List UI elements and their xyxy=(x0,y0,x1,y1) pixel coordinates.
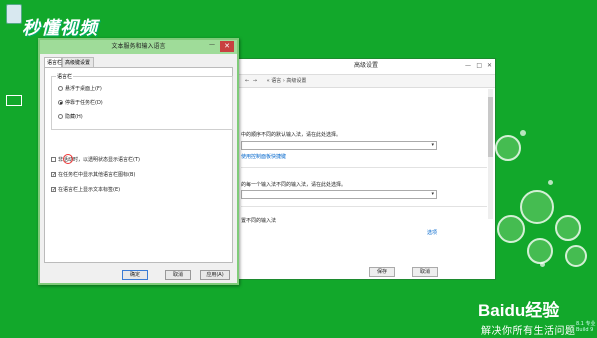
watermark-text: 秒懂视频 xyxy=(22,18,98,39)
radio-docked[interactable]: 停靠于任务栏(D) xyxy=(58,99,103,106)
bubble xyxy=(495,135,521,161)
dialog-title: 文本服务和输入语言 xyxy=(40,40,237,54)
radio-label: 停靠于任务栏(D) xyxy=(65,100,103,106)
checkbox-label: 在任务栏中显示其他语言栏图标(B) xyxy=(58,172,136,178)
bubble xyxy=(555,215,581,241)
checkbox-text-labels[interactable]: ✓ 在语言栏上显示文本标签(E) xyxy=(51,186,120,193)
radio-hidden[interactable]: 隐藏(H) xyxy=(58,113,83,120)
slogan-text: 解决你所有生活问题 xyxy=(481,326,576,337)
tab-advanced-key-settings[interactable]: 高级键设置 xyxy=(62,57,94,67)
recycle-bin-icon[interactable] xyxy=(6,4,22,24)
os-version-text: 8.1 专业 Build 9 xyxy=(576,321,596,333)
override-language-select[interactable]: ▾ xyxy=(241,190,437,199)
scroll-thumb[interactable] xyxy=(488,97,493,157)
checkbox-extra-icons[interactable]: ✓ 在任务栏中显示其他语言栏图标(B) xyxy=(51,171,135,178)
radio-label: 隐藏(H) xyxy=(65,114,83,120)
control-panel-icon[interactable] xyxy=(6,95,22,106)
address-bar[interactable]: ← → « 语言 › 高级设置 xyxy=(239,74,495,88)
forward-arrow-icon[interactable]: → xyxy=(253,78,257,84)
chevron-down-icon: ▾ xyxy=(431,191,434,197)
setting-description-1: 中的顺序不同的默认输入法，请在此处选择。 xyxy=(241,132,342,138)
checkbox-icon[interactable] xyxy=(51,157,56,162)
bubble xyxy=(565,245,587,267)
setting-description-3: 置不同的输入法 xyxy=(241,218,277,224)
ok-button[interactable]: 确定 xyxy=(122,270,148,280)
cancel-button[interactable]: 取消 xyxy=(412,267,438,277)
bubble xyxy=(548,180,553,185)
save-button[interactable]: 保存 xyxy=(369,267,395,277)
chevron-down-icon: ▾ xyxy=(431,142,434,148)
click-highlight-circle xyxy=(63,154,73,164)
bubble xyxy=(497,215,525,243)
checkbox-icon[interactable]: ✓ xyxy=(51,187,56,193)
close-icon[interactable]: ✕ xyxy=(487,62,492,69)
radio-icon[interactable] xyxy=(58,86,63,91)
radio-icon[interactable] xyxy=(58,114,63,119)
bubble xyxy=(527,238,553,264)
setting-description-2: 的每一个输入法不同的输入法，请在此处选择。 xyxy=(241,182,347,188)
language-bar-group: 语言栏 悬浮于桌面上(F) 停靠于任务栏(D) 隐藏(H) xyxy=(51,73,233,130)
minimize-icon[interactable]: — xyxy=(465,62,471,69)
scrollbar[interactable] xyxy=(488,89,493,219)
close-icon[interactable]: ✕ xyxy=(220,41,234,52)
checkbox-label: 在语言栏上显示文本标签(E) xyxy=(58,187,121,193)
options-link[interactable]: 选项 xyxy=(427,229,437,236)
radio-icon[interactable] xyxy=(58,100,63,105)
advanced-settings-window: 高级设置 — □ ✕ ← → « 语言 › 高级设置 中的顺序不同的默认输入法，… xyxy=(236,58,496,280)
bubble xyxy=(520,190,554,224)
language-list-link[interactable]: 使用控制面板快捷键 xyxy=(241,153,286,160)
radio-floating[interactable]: 悬浮于桌面上(F) xyxy=(58,85,102,92)
window-title: 高级设置 xyxy=(237,59,495,73)
breadcrumb[interactable]: « 语言 › 高级设置 xyxy=(267,78,307,84)
cancel-button[interactable]: 取消 xyxy=(165,270,191,280)
minimize-icon[interactable]: — xyxy=(209,41,215,48)
default-input-select[interactable]: ▾ xyxy=(241,141,437,150)
bubble xyxy=(540,262,545,267)
bubble xyxy=(520,130,526,136)
divider xyxy=(241,167,487,168)
maximize-icon[interactable]: □ xyxy=(476,62,482,69)
radio-label: 悬浮于桌面上(F) xyxy=(65,86,102,92)
back-arrow-icon[interactable]: ← xyxy=(245,78,249,84)
build-line: Build 9 xyxy=(576,327,594,333)
apply-button[interactable]: 应用(A) xyxy=(200,270,230,280)
group-label: 语言栏 xyxy=(56,73,74,80)
tab-language-bar[interactable]: 语言栏 xyxy=(44,57,62,67)
tab-panel: 语言栏 悬浮于桌面上(F) 停靠于任务栏(D) 隐藏(H) 非活动时，以透明状态… xyxy=(44,67,233,263)
checkbox-icon[interactable]: ✓ xyxy=(51,172,56,178)
divider xyxy=(241,206,487,207)
baidu-logo: Baidu经验 xyxy=(478,301,560,320)
